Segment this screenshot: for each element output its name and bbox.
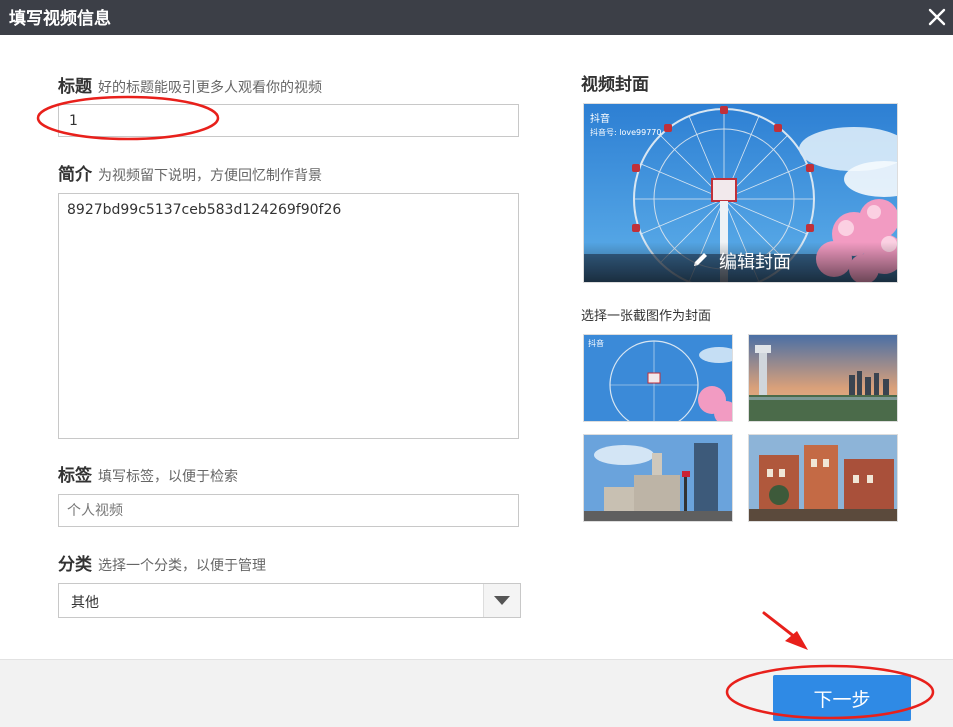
annotation-arrow-head bbox=[785, 631, 808, 650]
annotation-arrow-shaft bbox=[762, 611, 802, 643]
pick-screenshot-label: 选择一张截图作为封面 bbox=[581, 309, 712, 324]
cover-thumbnail-3[interactable] bbox=[583, 434, 733, 522]
category-label: 分类 选择一个分类，以便于管理 bbox=[58, 550, 266, 575]
next-step-button[interactable]: 下一步 bbox=[773, 675, 911, 721]
description-label-text: 简介 bbox=[58, 165, 92, 185]
main-cover-image[interactable]: 抖音 抖音号: love99770 编辑封面 bbox=[583, 103, 898, 283]
category-value: 其他 bbox=[71, 595, 99, 611]
thumbnail-1-image bbox=[584, 335, 732, 421]
tags-input[interactable] bbox=[58, 494, 519, 527]
title-label-text: 标题 bbox=[58, 77, 92, 97]
category-hint: 选择一个分类，以便于管理 bbox=[98, 558, 266, 574]
category-label-text: 分类 bbox=[58, 555, 92, 575]
tags-label-text: 标签 bbox=[58, 466, 92, 486]
tags-hint: 填写标签，以便于检索 bbox=[98, 469, 238, 485]
close-icon[interactable] bbox=[927, 7, 947, 27]
cover-thumbnail-1[interactable]: 抖音 bbox=[583, 334, 733, 422]
thumbnail-2-image bbox=[749, 335, 897, 421]
description-label: 简介 为视频留下说明，方便回忆制作背景 bbox=[58, 160, 322, 185]
thumbnail-3-image bbox=[584, 435, 732, 521]
chevron-down-icon[interactable] bbox=[483, 584, 520, 617]
thumbnail-1-brand: 抖音 bbox=[588, 339, 604, 348]
description-input[interactable]: 8927bd99c5137ceb583d124269f90f26 bbox=[58, 193, 519, 439]
tags-label: 标签 填写标签，以便于检索 bbox=[58, 461, 238, 486]
title-input[interactable] bbox=[58, 104, 519, 137]
brand-id: 抖音号: love99770 bbox=[590, 128, 662, 137]
pencil-icon bbox=[692, 250, 710, 272]
title-label: 标题 好的标题能吸引更多人观看你的视频 bbox=[58, 72, 322, 97]
description-hint: 为视频留下说明，方便回忆制作背景 bbox=[98, 168, 322, 184]
cover-heading: 视频封面 bbox=[581, 75, 649, 95]
edit-cover-label: 编辑封面 bbox=[719, 252, 791, 273]
cover-thumbnail-4[interactable] bbox=[748, 434, 898, 522]
title-hint: 好的标题能吸引更多人观看你的视频 bbox=[98, 80, 322, 96]
dialog-titlebar: 填写视频信息 bbox=[0, 0, 953, 35]
category-select[interactable]: 其他 bbox=[58, 583, 521, 618]
edit-cover-button[interactable]: 编辑封面 bbox=[584, 242, 897, 282]
brand-watermark: 抖音 抖音号: love99770 bbox=[590, 110, 661, 138]
cover-thumbnail-2[interactable] bbox=[748, 334, 898, 422]
brand-name: 抖音 bbox=[590, 114, 610, 125]
thumbnail-4-image bbox=[749, 435, 897, 521]
dialog-title: 填写视频信息 bbox=[9, 9, 111, 29]
